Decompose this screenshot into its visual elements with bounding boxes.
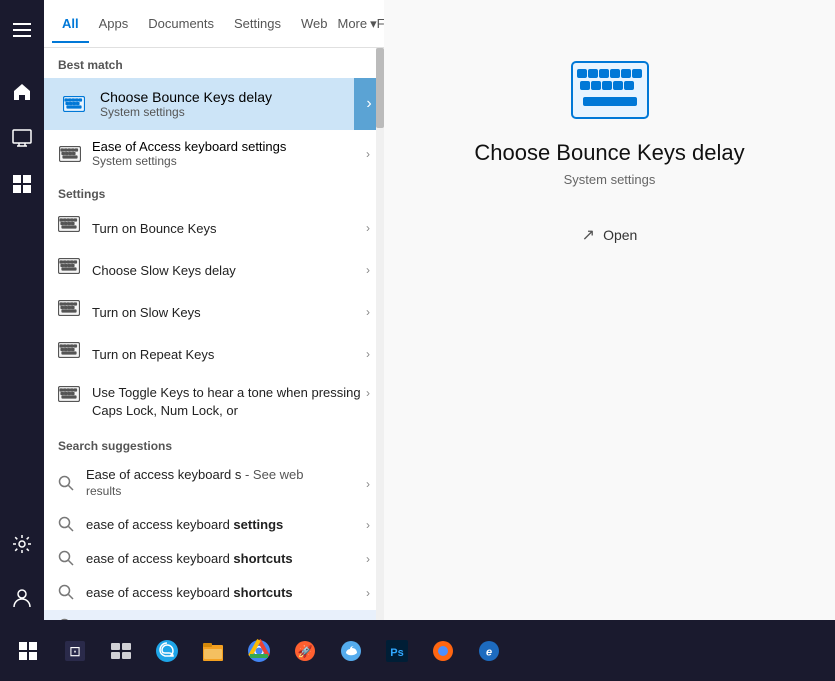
- settings-section-label: Settings: [44, 177, 384, 207]
- right-panel-keyboard-icon: [570, 60, 650, 124]
- suggestion-item-3[interactable]: ease of access keyboard shortcuts ›: [44, 542, 384, 576]
- taskbar-ie-icon[interactable]: e: [468, 630, 510, 672]
- best-match-label: Best match: [44, 48, 384, 78]
- best-match-item[interactable]: Choose Bounce Keys delay System settings…: [44, 78, 384, 130]
- keyboard-icon-bounce: [58, 216, 82, 240]
- taskbar-search-icon[interactable]: ⊡: [54, 630, 96, 672]
- suggestion-3-arrow: ›: [366, 552, 370, 566]
- taskbar-rocket-icon[interactable]: 🚀: [284, 630, 326, 672]
- taskbar-bird-icon[interactable]: [330, 630, 372, 672]
- taskbar-photoshop-icon[interactable]: Ps: [376, 630, 418, 672]
- search-icon-1: [58, 475, 76, 493]
- taskbar-edge-icon[interactable]: [146, 630, 188, 672]
- tab-apps[interactable]: Apps: [89, 4, 139, 43]
- taskbar-firefox-icon[interactable]: [422, 630, 464, 672]
- use-toggle-keys-item[interactable]: Use Toggle Keys to hear a tone when pres…: [44, 375, 384, 429]
- svg-text:e: e: [486, 646, 492, 658]
- right-panel: Choose Bounce Keys delay System settings…: [384, 0, 835, 620]
- scrollbar-track: [376, 48, 384, 620]
- ease-of-access-arrow: ›: [366, 147, 370, 161]
- open-icon: ↗: [582, 225, 595, 245]
- taskbar-explorer-icon[interactable]: [192, 630, 234, 672]
- taskbar: ⊡: [0, 620, 835, 681]
- repeat-keys-arrow: ›: [366, 347, 370, 361]
- start-button[interactable]: [6, 629, 50, 673]
- keyboard-icon-slow: [58, 300, 82, 324]
- scrollbar-thumb[interactable]: [376, 48, 384, 128]
- svg-text:⊡: ⊡: [69, 643, 81, 659]
- tab-all[interactable]: All: [52, 4, 89, 43]
- toggle-keys-arrow: ›: [366, 386, 370, 400]
- suggestion-item-2[interactable]: ease of access keyboard settings ›: [44, 508, 384, 542]
- bounce-keys-arrow: ›: [366, 221, 370, 235]
- right-panel-title: Choose Bounce Keys delay: [474, 140, 744, 166]
- tab-web[interactable]: Web: [291, 4, 338, 43]
- ease-of-access-keyboard-settings-item[interactable]: Ease of Access keyboard settings System …: [44, 130, 384, 177]
- ease-of-access-text: Ease of Access keyboard settings System …: [92, 139, 366, 168]
- keyboard-icon-slow-delay: [58, 258, 82, 282]
- suggestion-2-arrow: ›: [366, 518, 370, 532]
- svg-text:🚀: 🚀: [298, 644, 313, 658]
- svg-text:Ps: Ps: [390, 647, 403, 659]
- right-panel-subtitle: System settings: [564, 172, 656, 187]
- tabs-right: Feedback ···: [377, 15, 384, 33]
- sidebar-home-icon[interactable]: [0, 70, 44, 114]
- suggestion-item-5[interactable]: Ease of access keyboard s ›: [44, 610, 384, 620]
- results-area: Best match Choose Bou: [44, 48, 384, 620]
- sidebar-menu-icon[interactable]: [0, 8, 44, 52]
- open-button[interactable]: ↗ Open: [568, 217, 652, 253]
- feedback-button[interactable]: Feedback: [377, 16, 384, 31]
- sidebar: [0, 0, 44, 620]
- choose-slow-keys-delay-item[interactable]: Choose Slow Keys delay ›: [44, 249, 384, 291]
- tab-settings[interactable]: Settings: [224, 4, 291, 43]
- turn-on-bounce-keys-item[interactable]: Turn on Bounce Keys ›: [44, 207, 384, 249]
- turn-on-slow-keys-item[interactable]: Turn on Slow Keys ›: [44, 291, 384, 333]
- keyboard-icon-ease: [58, 142, 82, 166]
- tabs-bar: All Apps Documents Settings Web More ▾ F…: [44, 0, 384, 48]
- suggestion-item-4[interactable]: ease of access keyboard shortcuts ›: [44, 576, 384, 610]
- keyboard-icon-best: [58, 88, 90, 120]
- slow-keys-arrow: ›: [366, 305, 370, 319]
- taskbar-chrome-icon[interactable]: [238, 630, 280, 672]
- sidebar-settings-icon[interactable]: [0, 522, 44, 566]
- search-icon-4: [58, 584, 76, 602]
- sidebar-apps-icon[interactable]: [0, 162, 44, 206]
- suggestion-4-arrow: ›: [366, 586, 370, 600]
- tab-more[interactable]: More ▾: [338, 16, 377, 32]
- suggestion-1-arrow: ›: [366, 477, 370, 491]
- keyboard-icon-toggle: [58, 386, 82, 410]
- search-suggestions-label: Search suggestions: [44, 429, 384, 459]
- sidebar-monitor-icon[interactable]: [0, 116, 44, 160]
- suggestion-item-1[interactable]: Ease of access keyboard s - See web resu…: [44, 459, 384, 507]
- search-panel: All Apps Documents Settings Web More ▾ F…: [44, 0, 384, 620]
- turn-on-repeat-keys-item[interactable]: Turn on Repeat Keys ›: [44, 333, 384, 375]
- tab-documents[interactable]: Documents: [138, 4, 224, 43]
- sidebar-user-icon[interactable]: [0, 576, 44, 620]
- slow-keys-delay-arrow: ›: [366, 263, 370, 277]
- best-match-text: Choose Bounce Keys delay System settings: [100, 89, 370, 119]
- keyboard-icon-repeat: [58, 342, 82, 366]
- search-icon-2: [58, 516, 76, 534]
- search-icon-3: [58, 550, 76, 568]
- taskbar-task-view-icon[interactable]: [100, 630, 142, 672]
